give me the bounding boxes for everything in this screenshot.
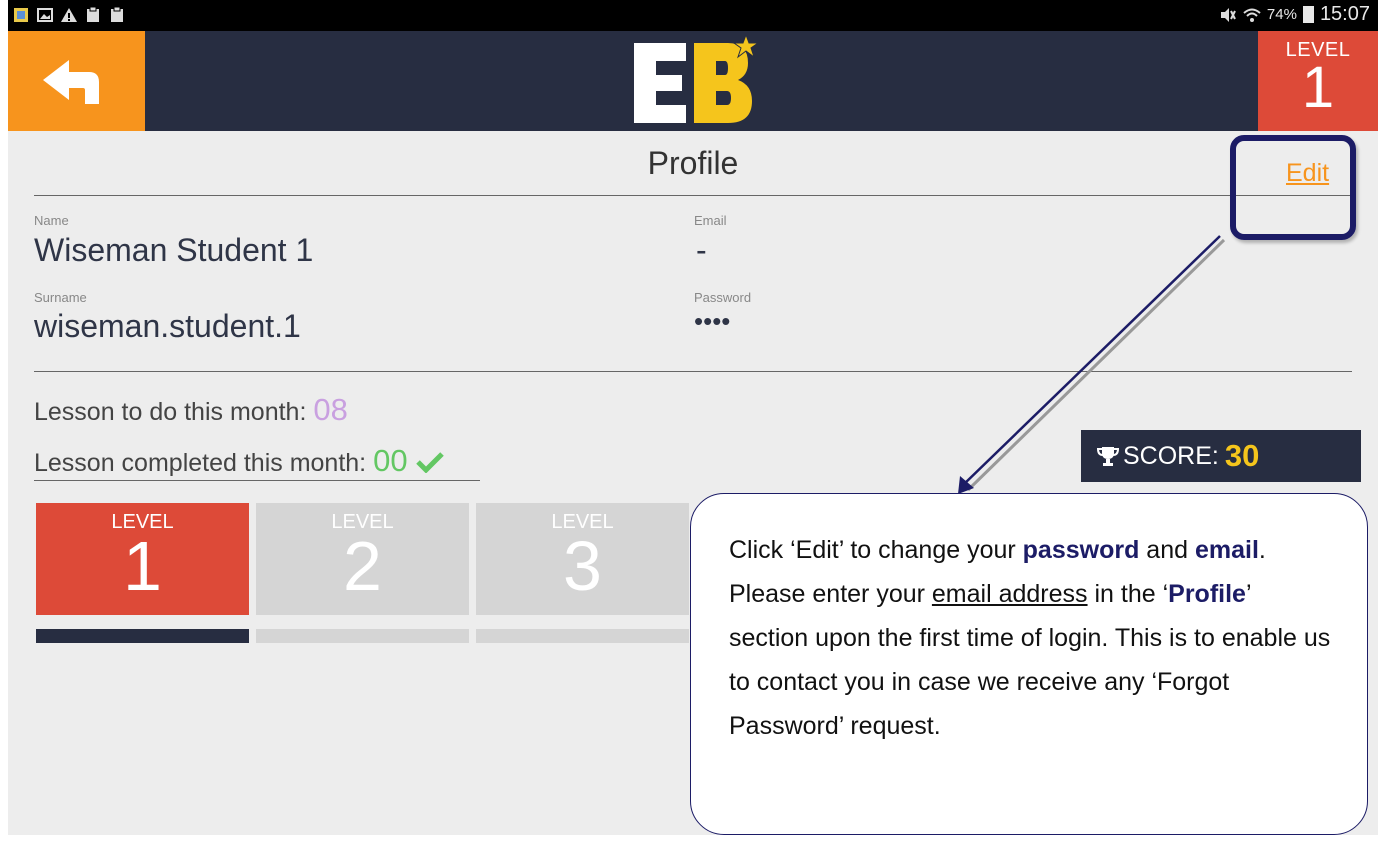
help-callout: Click ‘Edit’ to change your password and… [690, 493, 1368, 835]
trophy-icon [1097, 447, 1119, 466]
lessons-completed-count: 00 [373, 443, 408, 478]
lessons-todo-row: Lesson to do this month: 08 [34, 392, 348, 428]
image-icon [37, 8, 53, 22]
password-label: Password [694, 290, 752, 305]
lessons-completed-row: Lesson completed this month: 00 [34, 443, 445, 479]
callout-bold: email [1194, 536, 1259, 564]
score-value: 30 [1224, 438, 1260, 473]
level-progress-1 [36, 629, 249, 643]
checkmark-icon [415, 452, 444, 474]
level-tile-3[interactable]: LEVEL 3 [476, 503, 689, 615]
callout-underline: email address [931, 580, 1088, 608]
divider [34, 480, 480, 481]
system-status: 74% 15:07 [1219, 3, 1370, 26]
level-progress-2 [256, 629, 469, 643]
back-button[interactable] [8, 31, 145, 131]
notification-app-icon [14, 8, 28, 22]
notification-icons [12, 6, 126, 24]
name-label: Name [34, 213, 69, 228]
callout-text: in the ‘ [1087, 580, 1169, 608]
battery-percent: 74% [1266, 6, 1297, 23]
app-header: LEVEL 1 [8, 31, 1378, 131]
wifi-icon [1243, 8, 1261, 22]
divider [34, 195, 1352, 196]
eb-logo [634, 35, 758, 123]
status-bar: 74% 15:07 [8, 0, 1378, 31]
level-tile-1[interactable]: LEVEL 1 [36, 503, 249, 615]
clipboard-icon-2 [111, 6, 123, 22]
callout-text: and [1139, 536, 1195, 564]
email-label: Email [694, 213, 727, 228]
level-progress-3 [476, 629, 689, 643]
page-title: Profile [647, 145, 739, 181]
battery-icon [1302, 6, 1314, 23]
lessons-todo-label: Lesson to do this month: [34, 398, 314, 426]
current-level-badge: LEVEL 1 [1258, 31, 1378, 131]
level-tile-number: 3 [563, 527, 602, 605]
score-label: SCORE: [1123, 441, 1219, 470]
callout-bold: password [1022, 536, 1140, 564]
clock: 15:07 [1319, 3, 1370, 25]
surname-value: wiseman.student.1 [34, 308, 301, 344]
divider [34, 371, 1352, 372]
level-tile-number: 2 [343, 527, 382, 605]
callout-text: Click ‘Edit’ to change your [729, 536, 1023, 564]
password-value: •••• [694, 306, 731, 336]
callout-bold: Profile [1168, 580, 1246, 608]
level-badge-number: 1 [1301, 55, 1335, 120]
lessons-completed-label: Lesson completed this month: [34, 449, 374, 477]
email-value: - [696, 232, 707, 268]
surname-label: Surname [34, 290, 87, 305]
back-arrow-icon [42, 60, 99, 104]
lessons-todo-count: 08 [313, 392, 348, 427]
edit-highlight-box [1230, 135, 1356, 240]
level-tile-2[interactable]: LEVEL 2 [256, 503, 469, 615]
mute-icon [1220, 7, 1236, 22]
name-value: Wiseman Student 1 [34, 232, 314, 268]
level-tile-number: 1 [123, 527, 162, 605]
score-box: SCORE: 30 [1081, 430, 1361, 482]
warning-icon [61, 8, 77, 22]
clipboard-icon [87, 6, 99, 22]
